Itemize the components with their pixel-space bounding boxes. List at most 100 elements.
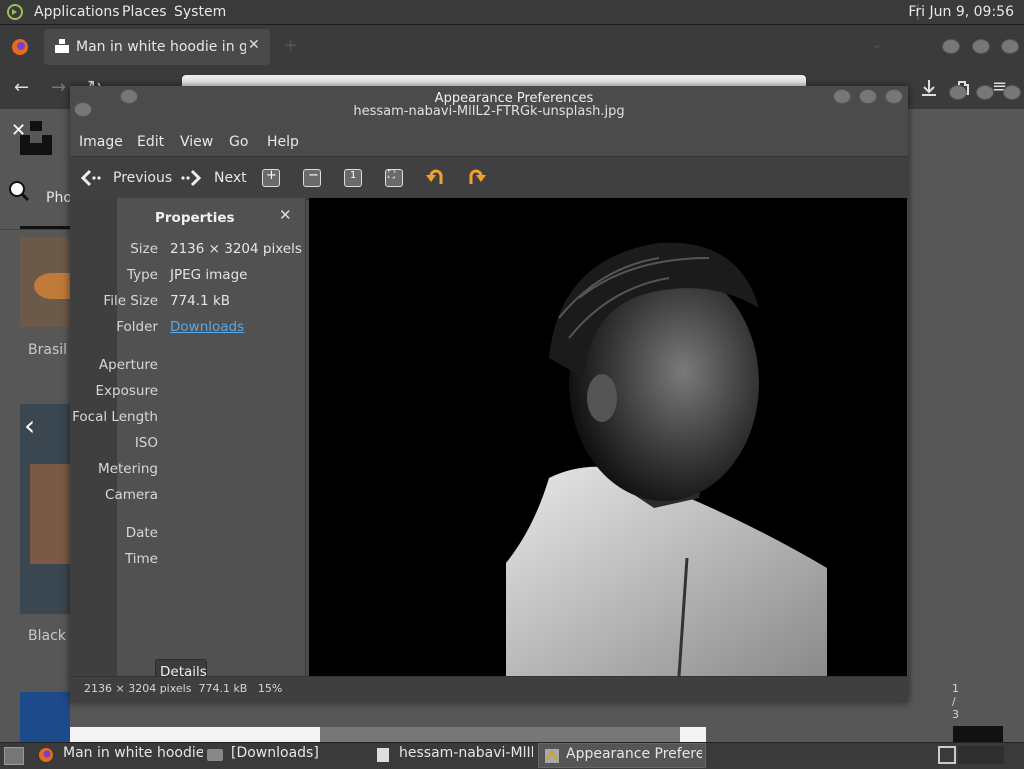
previous-arrow-icon: [80, 169, 101, 187]
tab-close-icon[interactable]: ✕: [248, 37, 260, 53]
prop-val-size: 2136 × 3204 pixels: [170, 241, 302, 257]
prop-key-type: Type: [126, 267, 158, 283]
previous-label: Previous: [113, 170, 173, 186]
places-menu[interactable]: Places: [122, 4, 167, 20]
unsplash-icon: [55, 39, 69, 53]
photo-fragment: [320, 727, 680, 742]
plus-glyph: +: [266, 168, 277, 183]
task-label: [Downloads]: [231, 745, 319, 761]
task-downloads[interactable]: [Downloads]: [200, 743, 366, 768]
task-image-viewer[interactable]: hessam-nabavi-MlIl...: [370, 743, 538, 768]
thumbnail-image[interactable]: [953, 726, 1003, 742]
rotate-right-icon[interactable]: [466, 166, 488, 188]
fit-glyph: ⛶: [388, 170, 395, 181]
next-button[interactable]: Next: [180, 165, 247, 191]
minus-glyph: −: [308, 168, 319, 183]
rotate-left-icon[interactable]: [424, 166, 446, 188]
minimize-icon[interactable]: [942, 39, 960, 54]
menu-help[interactable]: Help: [267, 134, 299, 150]
folder-link[interactable]: Downloads: [170, 319, 244, 335]
menu-go[interactable]: Go: [229, 134, 248, 150]
close-window-icon[interactable]: [1001, 39, 1019, 54]
prop-val-type: JPEG image: [170, 267, 248, 283]
menu-image[interactable]: Image: [79, 134, 123, 150]
viewer-menubar: Image Edit View Go Help: [70, 128, 908, 156]
folder-icon: [207, 749, 223, 761]
properties-sidebar: Properties ✕ Size 2136 × 3204 pixels Typ…: [72, 198, 306, 685]
close-icon[interactable]: [885, 89, 903, 104]
forward-icon[interactable]: →: [51, 77, 66, 98]
zoom-in-icon[interactable]: +: [262, 168, 280, 187]
zoom-out-icon[interactable]: −: [303, 168, 321, 187]
firefox-icon[interactable]: [11, 38, 29, 56]
viewer-statusbar: 2136 × 3204 pixels 774.1 kB 15% 1 / 3: [70, 676, 959, 721]
task-firefox[interactable]: Man in white hoodie...: [30, 743, 203, 768]
normal-size-icon[interactable]: 1: [344, 169, 362, 187]
status-info: 2136 × 3204 pixels 774.1 kB 15%: [84, 682, 283, 695]
system-menu[interactable]: System: [174, 4, 226, 20]
thumbnail-image[interactable]: [20, 692, 70, 742]
prop-key-folder: Folder: [116, 319, 158, 335]
one-glyph: 1: [350, 170, 357, 181]
viewer-toolbar: Previous Next + − 1 ⛶: [70, 156, 908, 200]
prop-key-aperture: Aperture: [98, 357, 158, 373]
firefox-tab-active[interactable]: Man in white hoodie in grayscale ✕: [44, 29, 270, 65]
gnome-foot-icon[interactable]: [6, 3, 24, 21]
prop-key-metering: Metering: [98, 461, 158, 477]
tab-list-chevron-icon[interactable]: ⌄: [872, 37, 882, 51]
prop-key-filesize: File Size: [103, 293, 158, 309]
divider: [0, 229, 70, 230]
window-button-icon[interactable]: [1003, 85, 1021, 100]
firefox-icon: [39, 748, 53, 762]
bottom-taskbar: Man in white hoodie... [Downloads] hessa…: [0, 742, 1024, 769]
next-label: Next: [214, 170, 247, 186]
unsplash-logo[interactable]: [20, 121, 52, 155]
best-fit-icon[interactable]: ⛶: [385, 169, 403, 187]
main-photo-strip: [70, 727, 706, 742]
photos-tab-label[interactable]: Pho: [46, 190, 72, 206]
thumbnail-caption: Black: [28, 628, 66, 644]
zoom-search-icon[interactable]: [8, 180, 30, 202]
image-viewer-window: hessam-nabavi-MlIL2-FTRGk-unsplash.jpg I…: [70, 86, 959, 721]
menu-view[interactable]: View: [180, 134, 213, 150]
tab-title: Man in white hoodie in grayscale: [76, 39, 246, 55]
task-appearance[interactable]: Appearance Prefere...: [538, 743, 706, 768]
appearance-icon: [545, 749, 559, 763]
back-icon[interactable]: ←: [14, 77, 29, 98]
next-arrow-icon: [181, 169, 202, 187]
applications-menu[interactable]: Applications: [34, 4, 120, 20]
properties-title: Properties: [155, 210, 235, 226]
clock[interactable]: Fri Jun 9, 09:56: [908, 4, 1014, 20]
image-file-icon: [377, 748, 389, 762]
show-desktop-icon[interactable]: [4, 747, 24, 765]
prop-key-camera: Camera: [105, 487, 158, 503]
maximize-icon[interactable]: [972, 39, 990, 54]
workspace-1[interactable]: [938, 746, 956, 764]
maximize-icon[interactable]: [859, 89, 877, 104]
portrait-photo: [506, 242, 827, 676]
image-display[interactable]: [309, 198, 907, 676]
appearance-window-titlebar[interactable]: Appearance Preferences: [70, 86, 908, 117]
window-button-icon[interactable]: [976, 85, 994, 100]
carousel-prev-icon[interactable]: ‹: [24, 409, 35, 442]
workspace-switcher[interactable]: [958, 746, 1004, 764]
top-panel: Applications Places System Fri Jun 9, 09…: [0, 0, 1024, 25]
previous-button[interactable]: Previous: [78, 165, 172, 191]
prop-val-filesize: 774.1 kB: [170, 293, 231, 309]
appearance-window-title: Appearance Preferences: [434, 91, 594, 106]
prop-key-time: Time: [124, 551, 158, 567]
prop-key-focal: Focal Length: [72, 409, 158, 425]
prop-key-date: Date: [125, 525, 158, 541]
new-tab-icon[interactable]: +: [283, 35, 298, 56]
task-label: hessam-nabavi-MlIl...: [399, 745, 533, 761]
thumbnail-shape: [30, 464, 70, 564]
thumbnail-caption: Brasil: [28, 342, 68, 358]
prop-key-size: Size: [130, 241, 158, 257]
menu-edit[interactable]: Edit: [137, 134, 164, 150]
prop-key-iso: ISO: [134, 435, 158, 451]
firefox-tabbar: Man in white hoodie in grayscale ✕ + ⌄: [0, 25, 1024, 69]
task-label: Appearance Prefere...: [566, 746, 702, 762]
status-position: 1 / 3: [952, 682, 959, 721]
minimize-icon[interactable]: [833, 89, 851, 104]
close-sidebar-icon[interactable]: ✕: [279, 206, 292, 224]
